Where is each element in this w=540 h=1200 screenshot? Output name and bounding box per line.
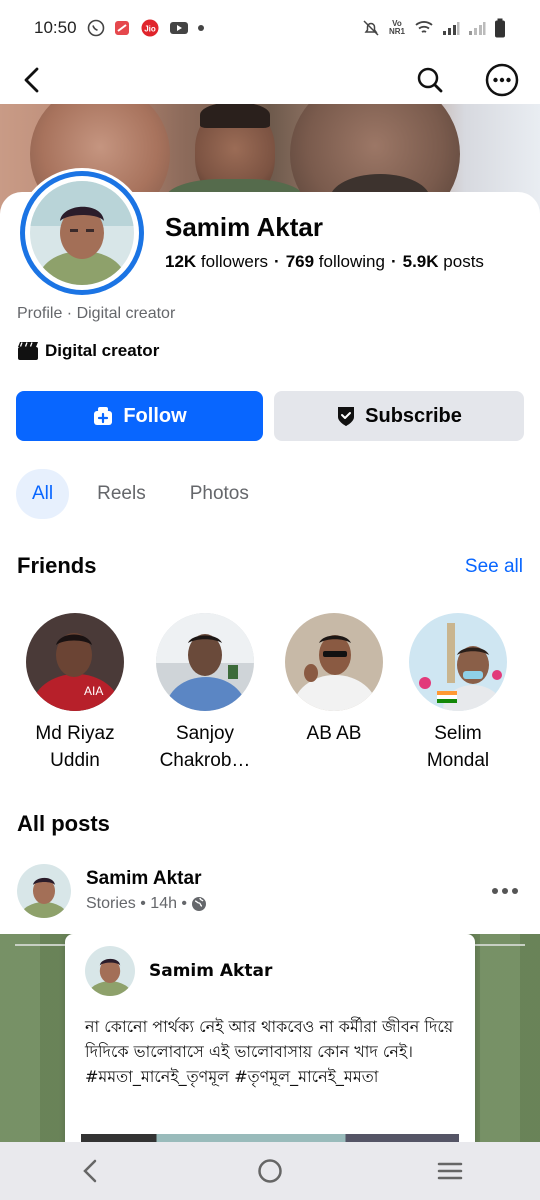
see-all-friends-link[interactable]: See all bbox=[465, 556, 523, 578]
friend-avatar bbox=[285, 613, 383, 711]
back-button[interactable] bbox=[10, 58, 54, 102]
chevron-left-icon bbox=[83, 1159, 97, 1183]
ellipsis-icon bbox=[492, 888, 518, 894]
mute-icon bbox=[362, 19, 380, 37]
friend-avatar: AIA bbox=[26, 613, 124, 711]
subscribe-button[interactable]: Subscribe bbox=[274, 391, 524, 441]
more-circle-icon bbox=[485, 63, 519, 97]
add-friend-icon bbox=[94, 407, 113, 425]
svg-text:AIA: AIA bbox=[84, 684, 103, 698]
post-header: Samim Aktar Stories • 14h • bbox=[17, 864, 523, 920]
youtube-icon bbox=[169, 20, 189, 36]
friend-name: AB AB bbox=[306, 723, 362, 744]
all-posts-title: All posts bbox=[17, 811, 110, 836]
avatar-image bbox=[30, 181, 134, 285]
signal-icon-2 bbox=[468, 20, 486, 36]
whatsapp-icon bbox=[87, 19, 105, 37]
status-time: 10:50 bbox=[34, 18, 77, 37]
top-navigation bbox=[0, 56, 540, 104]
more-options-button[interactable] bbox=[480, 58, 524, 102]
friend-card[interactable]: AB AB bbox=[279, 613, 389, 747]
friend-avatar bbox=[409, 613, 507, 711]
system-back-button[interactable] bbox=[60, 1146, 120, 1196]
tab-photos[interactable]: Photos bbox=[174, 469, 265, 519]
creator-label: Digital creator bbox=[45, 341, 160, 360]
battery-icon bbox=[494, 18, 506, 38]
post-meta: Stories • 14h • bbox=[86, 895, 207, 913]
profile-tabs: All Reels Photos bbox=[16, 469, 277, 519]
following-stat[interactable]: 769 following bbox=[286, 252, 385, 271]
friend-name: Md Riyaz Uddin bbox=[35, 723, 115, 771]
profile-subtitle: Profile · Digital creator bbox=[17, 305, 176, 322]
search-icon bbox=[417, 67, 443, 93]
shared-post-author: Samim Aktar bbox=[149, 961, 273, 981]
globe-icon bbox=[192, 897, 207, 911]
follow-button[interactable]: Follow bbox=[16, 391, 263, 441]
volte-icon: Vo NR1 bbox=[388, 19, 405, 36]
profile-avatar[interactable] bbox=[17, 168, 147, 298]
system-recents-button[interactable] bbox=[420, 1146, 480, 1196]
friend-avatar bbox=[156, 613, 254, 711]
friend-name: Sanjoy Chakrob… bbox=[159, 723, 251, 771]
arrow-left-icon bbox=[24, 67, 39, 93]
post-more-button[interactable] bbox=[487, 876, 523, 906]
shared-post-card: Samim Aktar না কোনো পার্থক্য নেই আর থাকব… bbox=[65, 934, 475, 1144]
menu-lines-icon bbox=[437, 1162, 463, 1180]
friend-card[interactable]: Sanjoy Chakrob… bbox=[150, 613, 260, 774]
signal-icon bbox=[442, 20, 460, 36]
post-media[interactable]: Samim Aktar না কোনো পার্থক্য নেই আর থাকব… bbox=[0, 934, 540, 1144]
jio-icon: Jio bbox=[139, 19, 161, 37]
system-home-button[interactable] bbox=[240, 1146, 300, 1196]
post-author-name[interactable]: Samim Aktar bbox=[86, 868, 201, 890]
wifi-icon bbox=[414, 20, 434, 36]
posts-stat[interactable]: 5.9K posts bbox=[403, 252, 484, 271]
shared-post-avatar bbox=[85, 946, 135, 996]
friend-card[interactable]: AIA Md Riyaz Uddin bbox=[20, 613, 130, 774]
shield-check-icon bbox=[338, 407, 355, 426]
tab-all[interactable]: All bbox=[16, 469, 70, 519]
friend-name: Selim Mondal bbox=[426, 723, 490, 771]
profile-stats: 12K followers · 769 following · 5.9K posts bbox=[165, 252, 484, 271]
creator-badge: Digital creator bbox=[17, 341, 159, 361]
dot-icon bbox=[197, 24, 205, 32]
friend-card[interactable]: Selim Mondal bbox=[403, 613, 513, 774]
post-author-avatar[interactable] bbox=[17, 864, 71, 918]
followers-stat[interactable]: 12K followers bbox=[165, 252, 268, 271]
shared-post-text: না কোনো পার্থক্য নেই আর থাকবেও না কর্মীর… bbox=[85, 1017, 454, 1086]
profile-name: Samim Aktar bbox=[165, 212, 323, 242]
home-circle-icon bbox=[258, 1159, 282, 1183]
status-bar: 10:50 Jio Vo NR1 bbox=[0, 0, 540, 56]
clapperboard-icon bbox=[18, 342, 38, 360]
search-button[interactable] bbox=[408, 58, 452, 102]
svg-text:Jio: Jio bbox=[144, 25, 156, 34]
tab-reels[interactable]: Reels bbox=[81, 469, 162, 519]
app-notification-icon bbox=[113, 19, 131, 37]
system-navigation-bar bbox=[0, 1142, 540, 1200]
friends-title: Friends bbox=[17, 553, 97, 578]
